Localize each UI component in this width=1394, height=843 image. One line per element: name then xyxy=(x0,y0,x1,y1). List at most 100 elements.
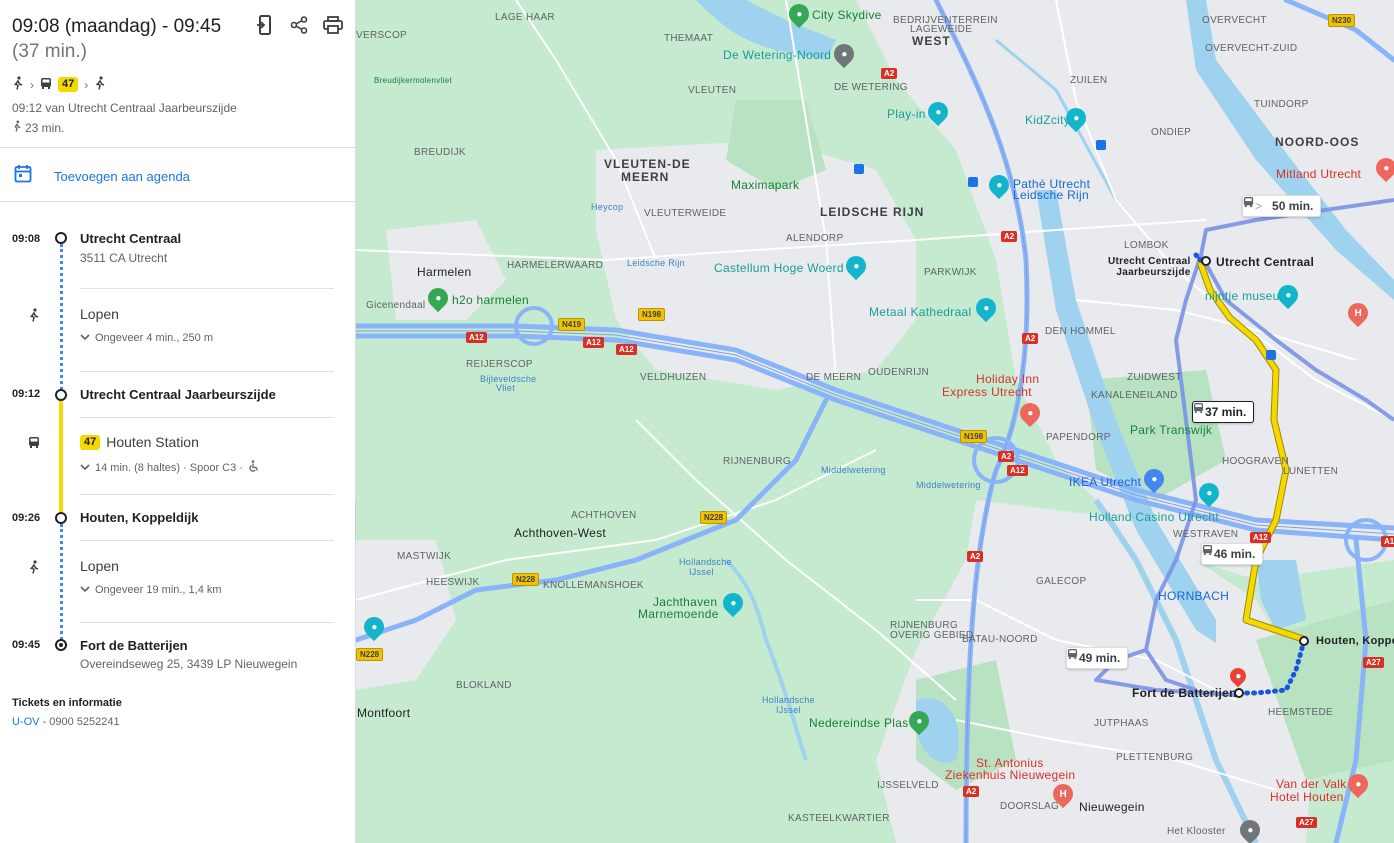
map-place-label: DOORSLAG xyxy=(1000,801,1060,812)
walk-icon xyxy=(12,120,22,135)
map-place-label: Play-in xyxy=(887,107,926,121)
road-shield: A12 xyxy=(1250,532,1271,543)
start-stop-name[interactable]: Utrecht Centraal xyxy=(80,231,181,246)
map-place-label: TUINDORP xyxy=(1254,99,1309,110)
bus-icon xyxy=(40,77,52,93)
selected-route-chip[interactable]: 37 min. xyxy=(1192,401,1255,423)
transit-station-icon[interactable] xyxy=(1266,350,1276,360)
road-shield: N419 xyxy=(558,318,586,331)
map-place-label: Van der Valk xyxy=(1276,777,1347,791)
add-to-calendar-label[interactable]: Toevoegen aan agenda xyxy=(54,169,190,184)
end-stop-name[interactable]: Fort de Batterijen xyxy=(80,638,188,653)
alight-node xyxy=(55,512,67,524)
road-shield: A27 xyxy=(1296,817,1317,828)
calendar-icon xyxy=(14,164,32,188)
board-stop-name[interactable]: Utrecht Centraal Jaarbeurszijde xyxy=(80,387,276,402)
bus-segment-details[interactable]: 14 min. (8 haltes) · Spoor C3 · xyxy=(80,460,259,475)
map-place-label: MEERN xyxy=(621,170,670,184)
map-place-label: Maximapark xyxy=(731,178,800,192)
map-view[interactable]: LAGE HAAR THEMAAT VERSCOP Breudijkermolenvl… xyxy=(356,0,1394,843)
route-duration: 50 min. xyxy=(1272,199,1314,213)
map-place-label: ZUIDWEST xyxy=(1127,372,1182,383)
map-place-label: IJssel xyxy=(689,567,714,577)
end-time: 09:45 xyxy=(12,639,41,651)
map-place-label: LAGE HAAR xyxy=(495,12,555,23)
map-place-label: Middelwetering xyxy=(821,465,886,475)
map-place-label: Park Transwijk xyxy=(1130,423,1213,437)
bus-detail: 14 min. (8 haltes) · Spoor C3 · xyxy=(95,461,243,474)
header-actions xyxy=(255,14,343,36)
route-start-sublabel-line1: Utrecht Centraal xyxy=(1108,256,1191,267)
divider xyxy=(80,540,334,541)
directions-panel: 09:08 (maandag) - 09:45 (37 min.) › 47 › xyxy=(0,0,356,843)
alight-stop-name[interactable]: Houten, Koppeldijk xyxy=(80,510,198,525)
map-place-label: Achthoven-West xyxy=(514,526,607,540)
road-shield: A2 xyxy=(881,68,898,79)
bus-segment-line xyxy=(59,400,63,512)
trip-duration: (37 min.) xyxy=(12,41,87,62)
walk-label: Lopen xyxy=(80,306,119,322)
road-shield: A12 xyxy=(616,344,637,355)
bus-line-badge: 47 xyxy=(58,77,79,92)
divider xyxy=(80,494,334,495)
share-icon[interactable] xyxy=(289,14,309,36)
divider xyxy=(80,417,334,418)
chevron-right-icon: › xyxy=(84,77,89,92)
route-start-sublabel-line2: Jaarbeurszijde xyxy=(1116,267,1191,278)
map-place-label: Hollandsche xyxy=(679,557,732,567)
map-place-label: Nieuwegein xyxy=(1079,800,1145,814)
transfer-node[interactable] xyxy=(1299,636,1309,646)
add-to-calendar[interactable]: Toevoegen aan agenda xyxy=(14,164,190,188)
road-shield: A2 xyxy=(1001,231,1018,242)
map-place-label: Mitland Utrecht xyxy=(1276,167,1362,181)
road-shield: A2 xyxy=(1022,333,1039,344)
trip-mode-chain: › 47 › xyxy=(12,76,343,93)
map-place-label: KANALENEILAND xyxy=(1091,390,1178,401)
map-place-label: JUTPHAAS xyxy=(1094,718,1149,729)
tickets-link[interactable]: U-OV xyxy=(12,716,40,728)
map-place-label: NOORD-OOS xyxy=(1275,135,1360,149)
chevron-right-icon: > xyxy=(1255,199,1263,213)
walk-segment-details[interactable]: Ongeveer 19 min., 1,4 km xyxy=(80,584,222,596)
start-address: 3511 CA Utrecht xyxy=(80,251,168,265)
divider xyxy=(0,201,355,202)
map-place-label: Leidsche Rijn xyxy=(1013,188,1089,202)
alight-time: 09:26 xyxy=(12,512,41,524)
divider xyxy=(0,147,355,148)
alt-route-chip[interactable]: >50 min. xyxy=(1242,195,1322,217)
road-shield: N230 xyxy=(1328,14,1356,27)
bus-icon xyxy=(28,436,42,450)
road-shield: A12 xyxy=(583,337,604,348)
print-icon[interactable] xyxy=(323,14,343,36)
map-place-label: IKEA Utrecht xyxy=(1069,475,1142,489)
map-place-label: THEMAAT xyxy=(664,33,714,44)
send-to-phone-icon[interactable] xyxy=(255,14,275,36)
route-start-node[interactable] xyxy=(1201,256,1211,266)
transfer-label: Houten, Koppel xyxy=(1316,635,1394,647)
map-place-label: Middelwetering xyxy=(916,480,981,490)
walk-icon xyxy=(28,308,42,322)
walk-segment-label: Lopen xyxy=(80,558,119,574)
transit-station-icon[interactable] xyxy=(854,164,864,174)
map-place-label: Leidsche Rijn xyxy=(627,258,685,268)
bus-line-badge: 47 xyxy=(80,434,101,450)
map-place-label: Marnemoende xyxy=(638,607,719,621)
alt-route-chip[interactable]: 46 min. xyxy=(1201,543,1264,565)
route-duration: 46 min. xyxy=(1214,547,1256,561)
map-place-label: HORNBACH xyxy=(1158,589,1230,603)
map-place-label: Holiday Inn xyxy=(976,372,1040,386)
chevron-right-icon: › xyxy=(30,77,34,92)
map-place-label: OVERIG GEBIED xyxy=(890,630,974,641)
map-place-label: GALECOP xyxy=(1036,576,1087,587)
map-place-label: OVERVECHT xyxy=(1202,15,1267,26)
trip-header: 09:08 (maandag) - 09:45 (37 min.) › 47 › xyxy=(0,0,355,135)
departure-info: 09:12 van Utrecht Centraal Jaarbeurszijd… xyxy=(12,101,237,115)
transit-station-icon[interactable] xyxy=(968,177,978,187)
walk-segment-details[interactable]: Ongeveer 4 min., 250 m xyxy=(80,332,213,344)
route-start-sublabel: Utrecht Centraal Jaarbeurszijde xyxy=(1108,256,1191,278)
alt-route-chip[interactable]: 49 min. xyxy=(1066,647,1129,669)
transit-station-icon[interactable] xyxy=(1096,140,1106,150)
road-shield: A12 xyxy=(1381,536,1394,547)
walk-detail: Ongeveer 19 min., 1,4 km xyxy=(95,584,222,596)
chevron-down-icon xyxy=(80,584,90,596)
